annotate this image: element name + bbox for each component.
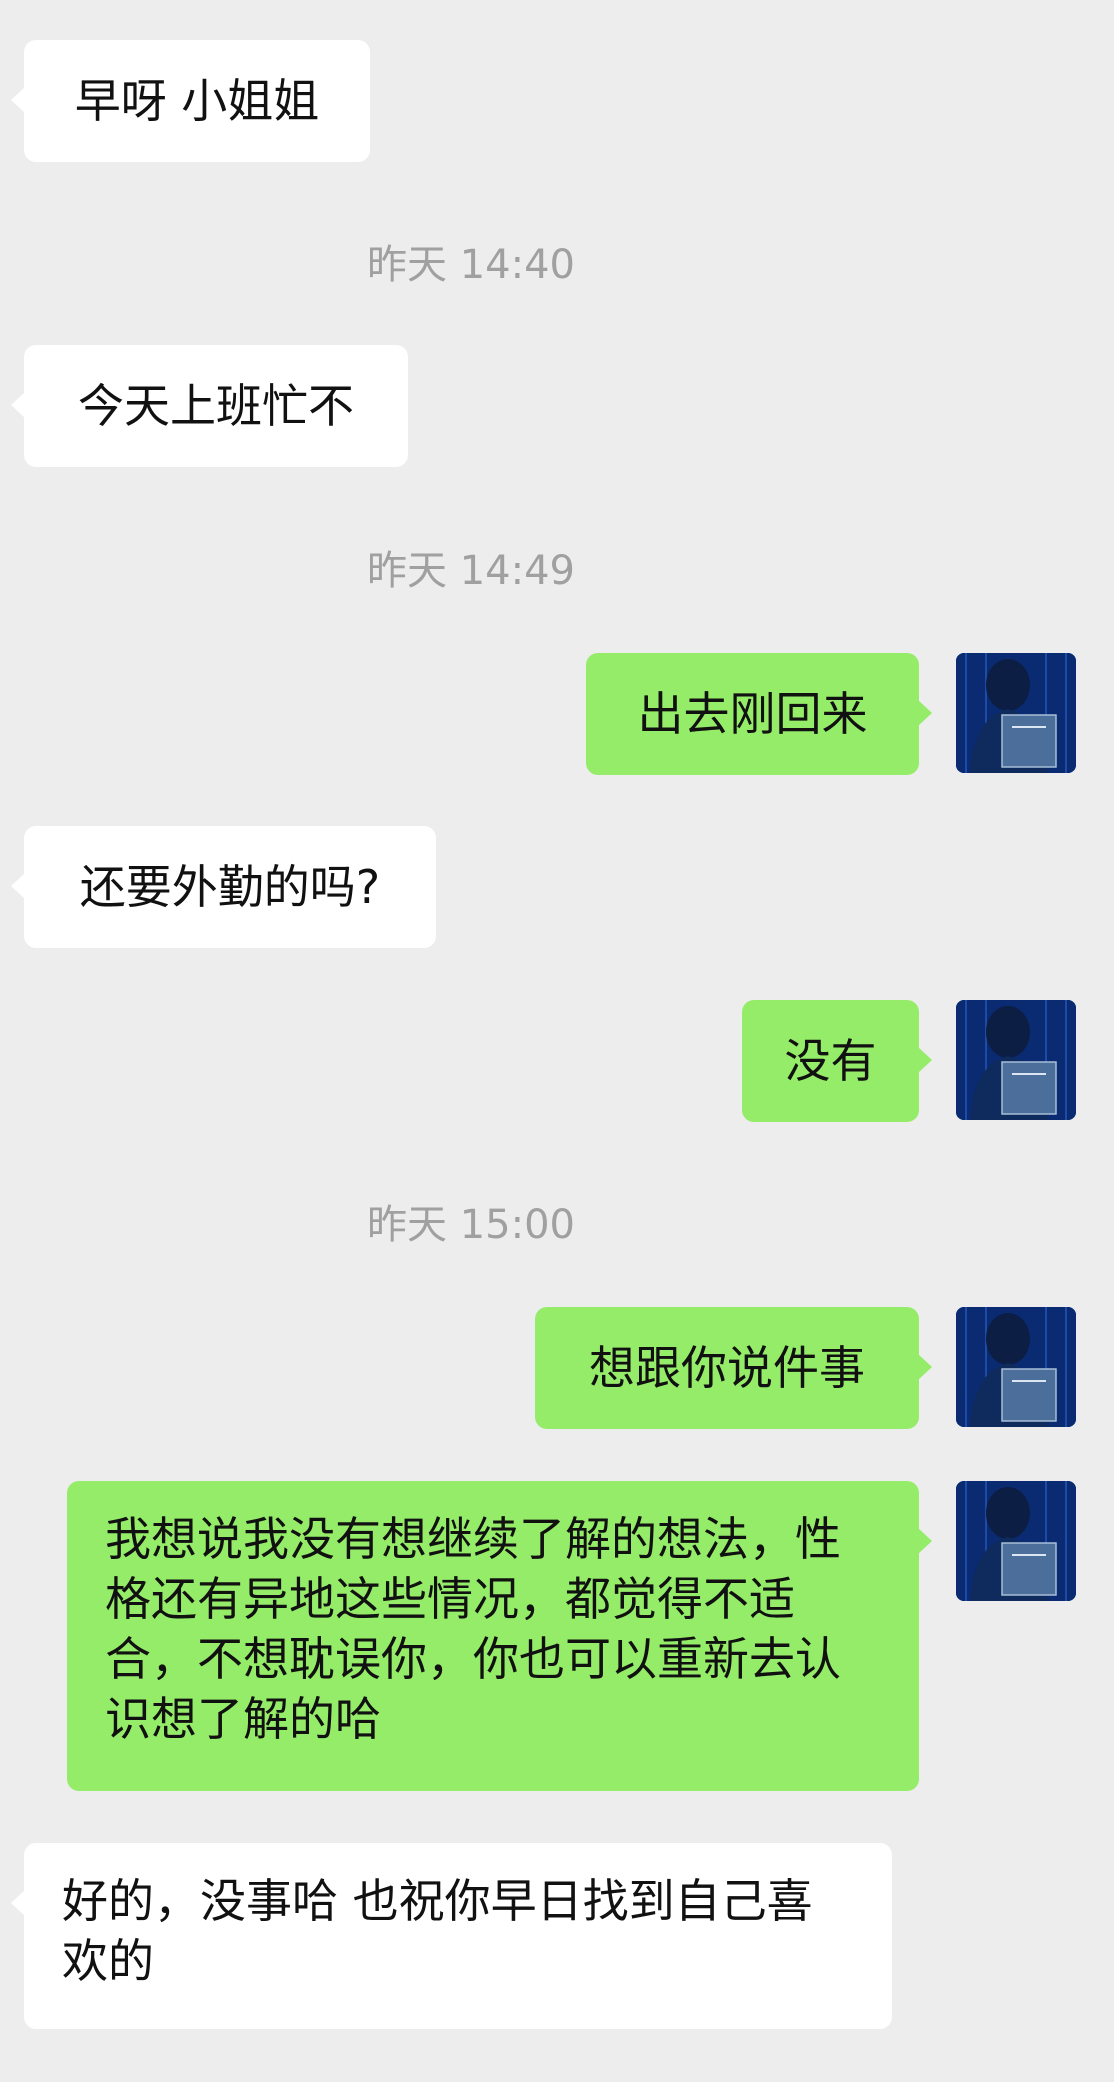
avatar[interactable]: [956, 1307, 1076, 1427]
hooded-figure-reading-book-icon: [956, 1481, 1076, 1601]
hooded-figure-reading-book-icon: [956, 1307, 1076, 1427]
message-text: 早呀 小姐姐: [74, 74, 320, 128]
outgoing-message-bubble[interactable]: 我想说我没有想继续了解的想法，性格还有异地这些情况，都觉得不适合，不想耽误你，你…: [67, 1481, 932, 1791]
message-timestamp: 昨天 14:40: [367, 242, 575, 288]
outgoing-message-bubble[interactable]: 想跟你说件事: [535, 1307, 932, 1429]
hooded-figure-reading-book-icon: [956, 1000, 1076, 1120]
message-text: 想跟你说件事: [589, 1341, 865, 1395]
chat-area[interactable]: 早呀 小姐姐 昨天 14:40 今天上班忙不 昨天 14:49 出去刚回来 还要…: [0, 0, 1114, 2082]
hooded-figure-reading-book-icon: [956, 653, 1076, 773]
incoming-message-bubble[interactable]: 好的，没事哈 也祝你早日找到自己喜欢的: [11, 1843, 892, 2029]
incoming-message-bubble[interactable]: 今天上班忙不: [11, 345, 408, 467]
message-timestamp: 昨天 14:49: [367, 548, 575, 594]
avatar[interactable]: [956, 1000, 1076, 1120]
incoming-message-bubble[interactable]: 还要外勤的吗?: [11, 826, 436, 948]
message-timestamp: 昨天 15:00: [367, 1202, 575, 1248]
message-text: 今天上班忙不: [78, 379, 354, 433]
avatar[interactable]: [956, 653, 1076, 773]
message-text: 好的，没事哈 也祝你早日找到自己喜欢的: [62, 1874, 813, 1988]
incoming-message-bubble[interactable]: 早呀 小姐姐: [11, 40, 370, 162]
outgoing-message-bubble[interactable]: 出去刚回来: [586, 653, 932, 775]
outgoing-message-bubble[interactable]: 没有: [742, 1000, 932, 1122]
avatar[interactable]: [956, 1481, 1076, 1601]
message-text: 我想说我没有想继续了解的想法，性格还有异地这些情况，都觉得不适合，不想耽误你，你…: [105, 1512, 841, 1746]
message-text: 还要外勤的吗?: [79, 860, 381, 914]
message-text: 没有: [784, 1034, 877, 1088]
message-text: 出去刚回来: [637, 687, 868, 741]
